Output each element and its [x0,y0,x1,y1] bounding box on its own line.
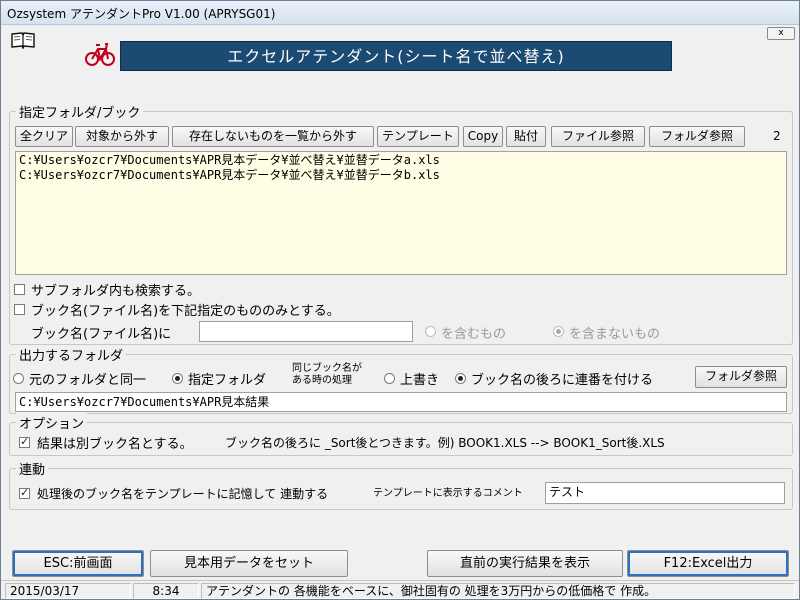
file-browse-button[interactable]: ファイル参照 [551,126,645,147]
remember-template-checkbox[interactable] [19,486,30,499]
sample-data-button[interactable]: 見本用データをセット [150,550,348,577]
status-date: 2015/03/17 [5,583,131,599]
copy-button[interactable]: Copy [463,126,503,147]
file-count: 2 [773,129,781,143]
book-name-filter-checkbox[interactable] [14,304,25,315]
same-name-handling-label-1: 同じブック名が [292,363,362,374]
append-number-radio[interactable] [455,373,466,384]
template-button[interactable]: テンプレート [377,126,459,147]
book-name-field-label: ブック名(ファイル名)に [31,327,172,342]
separate-book-note: ブック名の後ろに _Sort後とつきます。例) BOOK1.XLS --> BO… [225,436,665,450]
remember-template-label: 処理後のブック名をテンプレートに記憶して 連動する [37,487,329,501]
status-message: アテンダントの 各機能をベースに、御社固有の 処理を3万円からの低価格で 作成。 [201,583,795,599]
list-item[interactable]: C:¥Users¥ozcr7¥Documents¥APR見本データ¥並べ替え¥並… [19,153,783,168]
paste-button[interactable]: 貼付 [506,126,546,147]
overwrite-label: 上書き [400,373,440,388]
esc-back-button[interactable]: ESC:前画面 [12,550,144,577]
remove-missing-button[interactable]: 存在しないものを一覧から外す [172,126,374,147]
specified-folder-label: 指定フォルダ [188,373,267,388]
separate-book-label: 結果は別ブック名とする。 [37,437,193,452]
screen-banner-title: エクセルアテンダント(シート名で並べ替え) [120,41,672,71]
same-folder-radio[interactable] [13,373,24,384]
app-window: Ozsystem アテンダントPro V1.00 (APRYSG01) x エク… [0,0,800,600]
folder-browse-button[interactable]: フォルダ参照 [649,126,745,147]
book-icon[interactable] [11,31,35,50]
list-item[interactable]: C:¥Users¥ozcr7¥Documents¥APR見本データ¥並べ替え¥並… [19,168,783,183]
template-comment-label: テンプレートに表示するコメント [373,488,523,499]
window-title: Ozsystem アテンダントPro V1.00 (APRYSG01) [7,7,276,21]
contains-radio[interactable] [425,326,436,337]
template-comment-input[interactable]: テスト [545,482,785,504]
specified-folder-radio[interactable] [172,373,183,384]
not-contains-label: を含まないもの [569,327,661,342]
separate-book-checkbox[interactable] [19,435,30,448]
status-time: 8:34 [133,583,199,599]
output-path-input[interactable]: C:¥Users¥ozcr7¥Documents¥APR見本結果 [15,392,787,412]
include-subfolders-label: サブフォルダ内も検索する。 [31,284,201,299]
contains-label: を含むもの [441,327,507,342]
not-contains-radio[interactable] [553,326,564,337]
f12-excel-output-button[interactable]: F12:Excel出力 [627,550,789,577]
file-list[interactable]: C:¥Users¥ozcr7¥Documents¥APR見本データ¥並べ替え¥並… [15,151,787,275]
bicycle-icon [85,39,115,67]
include-subfolders-checkbox[interactable] [14,284,25,295]
same-folder-label: 元のフォルダと同一 [29,373,147,388]
book-name-filter-label: ブック名(ファイル名)を下記指定のもののみとする。 [31,304,340,319]
clear-all-button[interactable]: 全クリア [15,126,73,147]
folder-book-group-label: 指定フォルダ/ブック [16,102,144,121]
book-name-input[interactable] [199,321,413,342]
title-bar: Ozsystem アテンダントPro V1.00 (APRYSG01) [1,1,799,25]
previous-results-button[interactable]: 直前の実行結果を表示 [427,550,623,577]
link-group-label: 連動 [16,459,49,478]
same-name-handling-label-2: ある時の処理 [292,375,352,386]
close-button[interactable]: x [767,27,795,40]
append-number-label: ブック名の後ろに連番を付ける [471,373,654,388]
exclude-button[interactable]: 対象から外す [75,126,169,147]
status-bar: 2015/03/17 8:34 アテンダントの 各機能をベースに、御社固有の 処… [1,580,799,599]
output-folder-group-label: 出力するフォルダ [16,345,127,364]
options-group-label: オプション [16,413,88,432]
overwrite-radio[interactable] [384,373,395,384]
output-folder-browse-button[interactable]: フォルダ参照 [695,366,787,388]
